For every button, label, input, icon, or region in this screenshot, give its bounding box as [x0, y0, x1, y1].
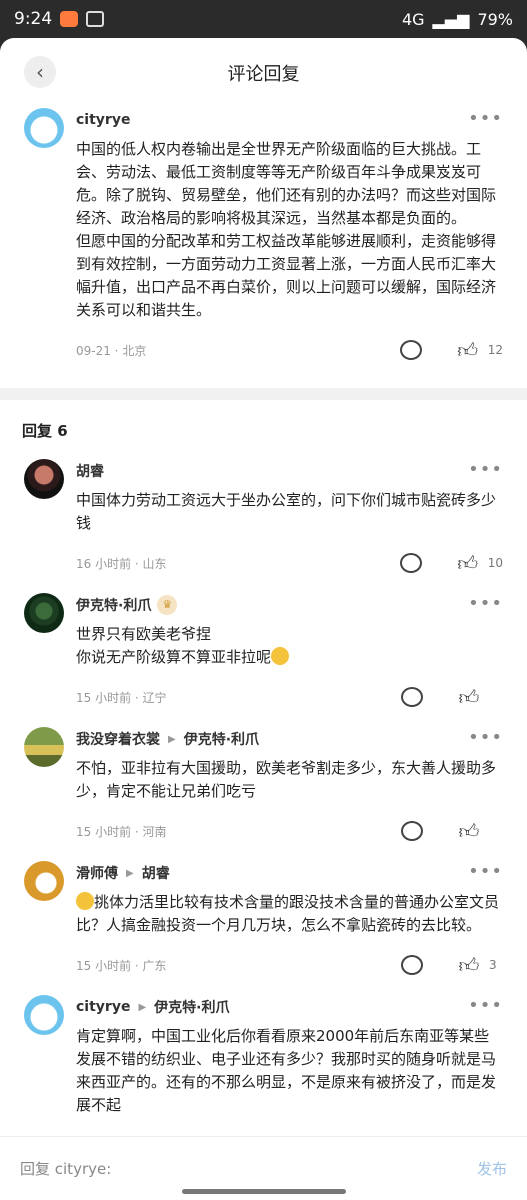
- avatar[interactable]: [24, 861, 64, 901]
- more-options-icon[interactable]: •••: [468, 995, 503, 1016]
- reply-text: 中国体力劳动工资远大于坐办公室的，问下你们城市贴瓷砖多少钱: [76, 491, 497, 532]
- like-icon[interactable]: 👍︎: [456, 551, 480, 576]
- replies-count: 回复 6: [22, 422, 68, 440]
- avatar[interactable]: [24, 108, 64, 148]
- crown-badge-icon: ♛: [157, 595, 178, 615]
- reply-bubble-icon[interactable]: [401, 821, 423, 841]
- top-bar: ‹ 评论回复: [0, 38, 527, 108]
- status-time: 9:24: [14, 9, 53, 29]
- reply-to-username[interactable]: 伊克特·利爪: [184, 729, 259, 749]
- signal-icon: ▂▄▆: [432, 9, 470, 29]
- comment-text: 中国的低人权内卷输出是全世界无产阶级面临的巨大挑战。工会、劳动法、最低工资制度等…: [76, 140, 497, 319]
- like-count: 12: [487, 343, 503, 357]
- comment-meta: 09-21 · 北京: [76, 343, 147, 358]
- like-count: 3: [489, 958, 497, 972]
- main-comment: cityrye 中国的低人权内卷输出是全世界无产阶级面临的巨大挑战。工会、劳动法…: [0, 108, 527, 388]
- reply-text: 不怕，亚非拉有大国援助，欧美老爷割走多少，东大善人援助多少，肯定不能让兄弟们吃亏: [76, 759, 497, 800]
- like-icon[interactable]: 👍︎: [456, 338, 480, 363]
- back-button[interactable]: ‹: [24, 56, 56, 88]
- reply-input-bar[interactable]: 回复 cityrye: 发布: [0, 1136, 527, 1200]
- reply-item: 我没穿着衣裳 ▶ 伊克特·利爪 不怕，亚非拉有大国援助，欧美老爷割走多少，东大善人援…: [0, 727, 527, 861]
- laughing-emoji-icon: [271, 647, 290, 665]
- more-options-icon[interactable]: •••: [468, 727, 503, 748]
- username[interactable]: 胡睿: [76, 461, 104, 481]
- reply-meta: 15 小时前 · 广东: [76, 958, 167, 973]
- reply-bubble-icon[interactable]: [399, 553, 422, 573]
- reply-text-content: 世界只有欧美老爷捏 你说无产阶级算不算亚非拉呢: [76, 625, 272, 666]
- username[interactable]: cityrye: [76, 999, 130, 1015]
- reply-text: 世界只有欧美老爷捏 你说无产阶级算不算亚非拉呢: [76, 623, 503, 669]
- reply-bubble-icon[interactable]: [399, 340, 422, 360]
- username[interactable]: cityrye: [76, 112, 130, 128]
- reply-to-username[interactable]: 胡睿: [142, 863, 170, 883]
- more-options-icon[interactable]: •••: [468, 593, 503, 614]
- like-icon[interactable]: 👍︎: [457, 953, 481, 978]
- like-count: 10: [487, 556, 503, 570]
- reply-item: cityrye ▶ 伊克特·利爪 肯定算啊，中国工业化后你看看原来2000年前后东南…: [0, 995, 527, 1133]
- reply-text-content: 挑体力活里比较有技术含量的跟没技术含量的普通办公室文员比？人搞金融投资一个月几万…: [76, 893, 500, 934]
- avatar[interactable]: [24, 593, 64, 633]
- reply-to-username[interactable]: 伊克特·利爪: [154, 997, 229, 1017]
- comment-reply-sheet: ‹ 评论回复 cityrye 中国的低人权内卷输出是全世界无产阶级面临的巨大挑战…: [0, 38, 527, 1200]
- notification-icon: [86, 11, 105, 27]
- reply-arrow-icon: ▶: [126, 867, 134, 879]
- scroll-fade: [0, 1116, 527, 1136]
- username[interactable]: 伊克特·利爪: [76, 595, 151, 615]
- reply-meta: 15 小时前 · 辽宁: [76, 690, 167, 705]
- more-options-icon[interactable]: •••: [468, 861, 503, 882]
- reply-arrow-icon: ▶: [168, 733, 176, 745]
- reply-input[interactable]: 回复 cityrye:: [20, 1158, 111, 1179]
- battery-level: 79%: [477, 9, 513, 29]
- home-indicator[interactable]: [182, 1189, 346, 1194]
- publish-button[interactable]: 发布: [477, 1158, 507, 1179]
- more-options-icon[interactable]: •••: [468, 108, 503, 129]
- avatar[interactable]: [24, 995, 64, 1035]
- status-bar: 9:24 4G ▂▄▆ 79%: [0, 0, 527, 38]
- avatar[interactable]: [24, 459, 64, 499]
- page-title: 评论回复: [227, 64, 300, 85]
- username[interactable]: 我没穿着衣裳: [76, 729, 160, 749]
- reply-arrow-icon: ▶: [138, 1001, 147, 1013]
- chevron-left-icon: ‹: [36, 60, 44, 84]
- app-notification-icon: [60, 11, 79, 27]
- reply-bubble-icon[interactable]: [401, 955, 423, 975]
- more-options-icon[interactable]: •••: [468, 459, 503, 480]
- reply-item: 伊克特·利爪 ♛ 世界只有欧美老爷捏 你说无产阶级算不算亚非拉呢 15 小时前 ·…: [0, 593, 527, 727]
- reply-meta: 15 小时前 · 河南: [76, 824, 167, 839]
- reply-text: 肯定算啊，中国工业化后你看看原来2000年前后东南亚等某些发展不错的纺织业、电子…: [76, 1027, 497, 1114]
- like-icon[interactable]: 👍︎: [457, 685, 481, 710]
- username[interactable]: 滑师傅: [76, 863, 118, 883]
- reply-bubble-icon[interactable]: [401, 687, 423, 707]
- crying-emoji-icon: [76, 892, 94, 910]
- reply-meta: 16 小时前 · 山东: [76, 556, 167, 571]
- reply-item: 滑师傅 ▶ 胡睿 挑体力活里比较有技术含量的跟没技术含量的普通办公室文员比？人搞金融…: [0, 861, 527, 995]
- avatar[interactable]: [24, 727, 64, 767]
- network-label: 4G: [401, 9, 425, 29]
- section-divider: [0, 388, 527, 400]
- reply-item: 胡睿 中国体力劳动工资远大于坐办公室的，问下你们城市贴瓷砖多少钱 16 小时前 …: [0, 459, 527, 593]
- like-icon[interactable]: 👍︎: [457, 819, 481, 844]
- reply-text: 挑体力活里比较有技术含量的跟没技术含量的普通办公室文员比？人搞金融投资一个月几万…: [76, 891, 503, 937]
